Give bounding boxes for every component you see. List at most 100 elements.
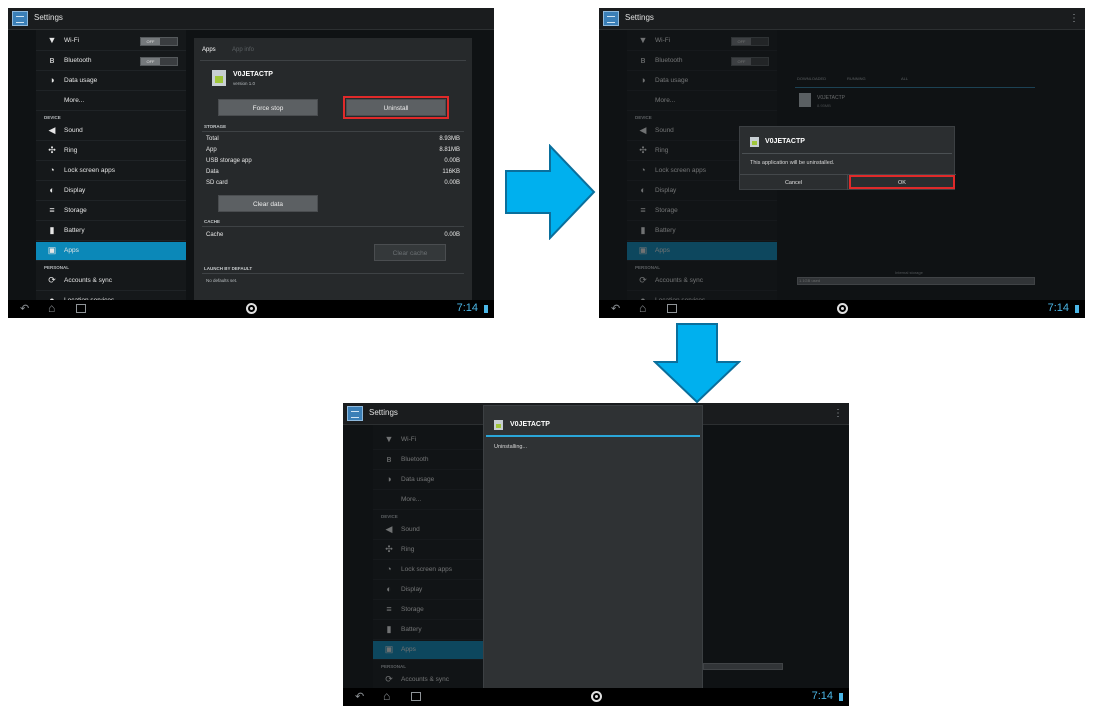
sidebar-item-battery[interactable]: ▮ Battery: [373, 621, 485, 640]
lock-screen-icon: ◔: [49, 165, 55, 175]
window-title: Settings: [369, 408, 398, 417]
overflow-menu-icon[interactable]: ⋮: [833, 408, 843, 419]
sidebar-item-label: Data usage: [401, 476, 435, 483]
cache-row: Cache 0.00B: [206, 232, 460, 238]
recent-apps-icon[interactable]: [76, 304, 86, 313]
storage-row-data: Data 116KB: [206, 169, 460, 175]
sidebar-item-display[interactable]: ◐ Display: [373, 581, 485, 600]
storage-row-usb: USB storage app 0.00B: [206, 158, 460, 164]
app-info-panel: Apps App info V0JETACTP version 1.0 Forc…: [194, 38, 472, 300]
sidebar-item-label: Data usage: [64, 77, 98, 84]
breadcrumb[interactable]: Apps: [202, 47, 216, 53]
recent-apps-icon[interactable]: [667, 304, 677, 313]
sidebar-item-label: Sound: [401, 526, 420, 533]
sidebar-item-label: Battery: [401, 626, 422, 633]
system-nav-bar: ↶ ⌂ 7:14: [599, 300, 1085, 318]
sidebar-item-storage[interactable]: ≡ Storage: [627, 202, 777, 221]
storage-row-app: App 8.81MB: [206, 147, 460, 153]
dialog-title: V0JETACTP: [510, 421, 550, 428]
arrow-right-icon: [505, 144, 596, 240]
battery-status-icon: [484, 305, 488, 313]
ring-icon: ✣: [639, 145, 647, 155]
sidebar-item-more[interactable]: More...: [36, 92, 186, 111]
sidebar-item-accounts-sync[interactable]: ⟳ Accounts & sync: [627, 272, 777, 291]
list-app-name[interactable]: V0JETACTP: [817, 95, 845, 101]
sidebar-item-apps[interactable]: ▣ Apps: [36, 242, 186, 261]
sidebar-item-label: Apps: [64, 247, 79, 254]
sidebar-item-ring[interactable]: ✣ Ring: [36, 142, 186, 161]
launcher-icon[interactable]: [246, 303, 257, 314]
sidebar-item-ring[interactable]: ✣ Ring: [373, 541, 485, 560]
storage-header: STORAGE: [204, 124, 227, 129]
uninstall-button[interactable]: Uninstall: [343, 96, 449, 119]
tab-running[interactable]: RUNNING: [847, 76, 866, 81]
storage-icon: ≡: [640, 205, 646, 215]
sidebar-item-storage[interactable]: ≡ Storage: [36, 202, 186, 221]
sidebar-item-sound[interactable]: ◀ Sound: [36, 122, 186, 141]
section-header-device: DEVICE: [381, 514, 398, 519]
battery-icon: ▮: [49, 225, 55, 235]
sidebar-item-data-usage[interactable]: ◑ Data usage: [36, 72, 186, 91]
cancel-button[interactable]: Cancel: [740, 174, 848, 190]
divider: [202, 226, 464, 227]
bluetooth-toggle[interactable]: OFF: [731, 57, 769, 66]
apps-icon: ▣: [47, 245, 57, 255]
storage-row-sdcard: SD card 0.00B: [206, 180, 460, 186]
launcher-icon[interactable]: [837, 303, 848, 314]
sidebar-item-apps[interactable]: ▣ Apps: [627, 242, 777, 261]
apps-icon: ▣: [638, 245, 648, 255]
clear-data-button[interactable]: Clear data: [218, 195, 318, 212]
sidebar-item-apps[interactable]: ▣ Apps: [373, 641, 485, 660]
bluetooth-icon: ʙ: [49, 55, 55, 65]
home-icon[interactable]: ⌂: [48, 301, 55, 315]
home-icon[interactable]: ⌂: [639, 301, 646, 315]
sidebar-item-data-usage[interactable]: ◑ Data usage: [373, 471, 485, 490]
tab-downloaded[interactable]: DOWNLOADED: [797, 76, 826, 81]
arrow-down-icon: [653, 323, 741, 404]
force-stop-button[interactable]: Force stop: [218, 99, 318, 116]
sidebar-item-lock-screen-apps[interactable]: ◔ Lock screen apps: [373, 561, 485, 580]
sidebar-item-bluetooth[interactable]: ʙ Bluetooth OFF: [627, 52, 777, 71]
sidebar-item-wifi[interactable]: ▼ Wi-Fi OFF: [627, 32, 777, 51]
sidebar-item-display[interactable]: ◐ Display: [36, 182, 186, 201]
sidebar-item-label: Accounts & sync: [64, 277, 113, 284]
sidebar-item-wifi[interactable]: ▼ Wi-Fi OFF: [36, 32, 186, 51]
ring-icon: ✣: [48, 145, 56, 155]
clock: 7:14: [811, 690, 833, 702]
settings-sidebar: ▼ Wi-Fi ʙ Bluetooth ◑ Data usage More...…: [373, 425, 485, 704]
back-icon[interactable]: ↶: [20, 302, 29, 315]
home-icon[interactable]: ⌂: [383, 689, 390, 703]
sidebar-item-bluetooth[interactable]: ʙ Bluetooth: [373, 451, 485, 470]
lock-screen-icon: ◔: [640, 165, 646, 175]
uninstalling-dialog: V0JETACTP Uninstalling...: [483, 405, 703, 706]
recent-apps-icon[interactable]: [411, 692, 421, 701]
sidebar-item-sound[interactable]: ◀ Sound: [373, 521, 485, 540]
sidebar-item-accounts-sync[interactable]: ⟳ Accounts & sync: [36, 272, 186, 291]
sidebar-item-lock-screen-apps[interactable]: ◔ Lock screen apps: [36, 162, 186, 181]
clear-cache-button[interactable]: Clear cache: [374, 244, 446, 261]
tab-all[interactable]: ALL: [901, 76, 908, 81]
overflow-menu-icon[interactable]: ⋮: [1069, 13, 1079, 24]
sidebar-item-battery[interactable]: ▮ Battery: [627, 222, 777, 241]
back-icon[interactable]: ↶: [611, 302, 620, 315]
sync-icon: ⟳: [48, 275, 56, 285]
sidebar-item-data-usage[interactable]: ◑ Data usage: [627, 72, 777, 91]
sidebar-item-battery[interactable]: ▮ Battery: [36, 222, 186, 241]
battery-status-icon: [839, 693, 843, 701]
sidebar-item-more[interactable]: More...: [627, 92, 777, 111]
sidebar-item-wifi[interactable]: ▼ Wi-Fi: [373, 431, 485, 450]
bluetooth-toggle[interactable]: OFF: [140, 57, 178, 66]
sidebar-item-storage[interactable]: ≡ Storage: [373, 601, 485, 620]
dialog-message: This application will be uninstalled.: [750, 160, 835, 166]
sidebar-item-label: Ring: [401, 546, 415, 553]
back-icon[interactable]: ↶: [355, 690, 364, 703]
wifi-toggle[interactable]: OFF: [140, 37, 178, 46]
speaker-icon: ◀: [48, 125, 56, 135]
launcher-icon[interactable]: [591, 691, 602, 702]
sidebar-item-more[interactable]: More...: [373, 491, 485, 510]
wifi-toggle[interactable]: OFF: [731, 37, 769, 46]
sidebar-item-bluetooth[interactable]: ʙ Bluetooth OFF: [36, 52, 186, 71]
wifi-icon: ▼: [638, 35, 648, 45]
ok-button[interactable]: OK: [848, 174, 956, 190]
sidebar-item-label: Battery: [64, 227, 85, 234]
